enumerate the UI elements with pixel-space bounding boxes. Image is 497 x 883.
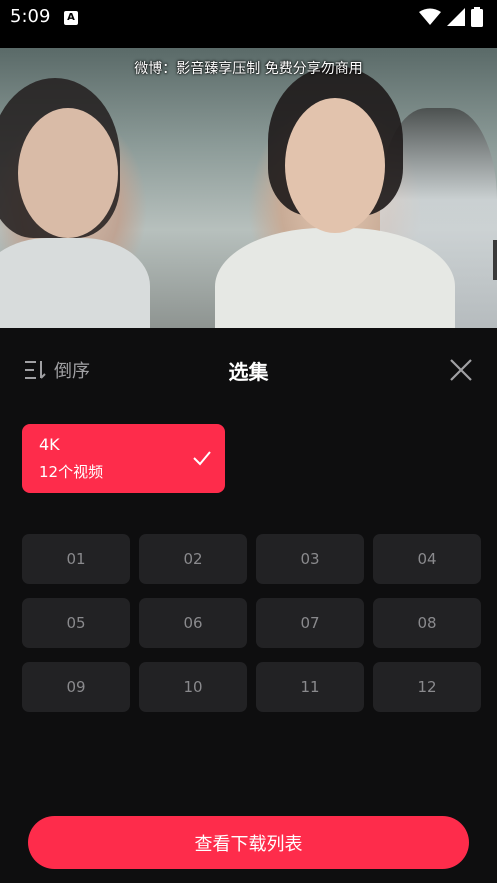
person-left-face: [18, 108, 118, 238]
episode-button[interactable]: 04: [373, 534, 481, 584]
episode-button[interactable]: 08: [373, 598, 481, 648]
episode-button[interactable]: 09: [22, 662, 130, 712]
episode-button[interactable]: 05: [22, 598, 130, 648]
episode-button[interactable]: 03: [256, 534, 364, 584]
status-icons: [419, 6, 483, 28]
person-right-shirt: [215, 228, 455, 328]
view-download-list-button[interactable]: 查看下载列表: [28, 816, 469, 869]
person-right-face: [285, 98, 385, 233]
quality-label: 4K: [39, 435, 60, 454]
check-icon: [193, 451, 211, 466]
episode-button[interactable]: 12: [373, 662, 481, 712]
panel-title: 选集: [228, 360, 269, 384]
a-icon: A: [64, 11, 78, 25]
episode-grid: 01 02 03 04 05 06 07 08 09 10 11 12: [22, 534, 481, 712]
status-bar: 5:09 A: [0, 0, 497, 48]
screen-edge-handle: [493, 240, 497, 280]
status-time: 5:09: [10, 6, 51, 27]
battery-icon: [471, 7, 483, 27]
video-watermark-caption: 微博：影音臻享压制 免费分享勿商用: [134, 61, 363, 77]
quality-video-count: 12个视频: [39, 463, 104, 481]
episode-button[interactable]: 07: [256, 598, 364, 648]
episode-button[interactable]: 11: [256, 662, 364, 712]
episode-button[interactable]: 10: [139, 662, 247, 712]
signal-icon: [447, 8, 465, 26]
quality-option-4k[interactable]: 4K 12个视频: [22, 424, 225, 493]
episode-panel: 倒序 选集 4K 12个视频 01 02 03 04 05 06 07 08 0…: [0, 328, 497, 883]
episode-button[interactable]: 02: [139, 534, 247, 584]
close-icon[interactable]: [448, 357, 474, 383]
wifi-icon: [419, 8, 441, 25]
person-left-shirt: [0, 238, 150, 328]
video-player[interactable]: 微博：影音臻享压制 免费分享勿商用: [0, 48, 497, 328]
episode-button[interactable]: 06: [139, 598, 247, 648]
episode-button[interactable]: 01: [22, 534, 130, 584]
